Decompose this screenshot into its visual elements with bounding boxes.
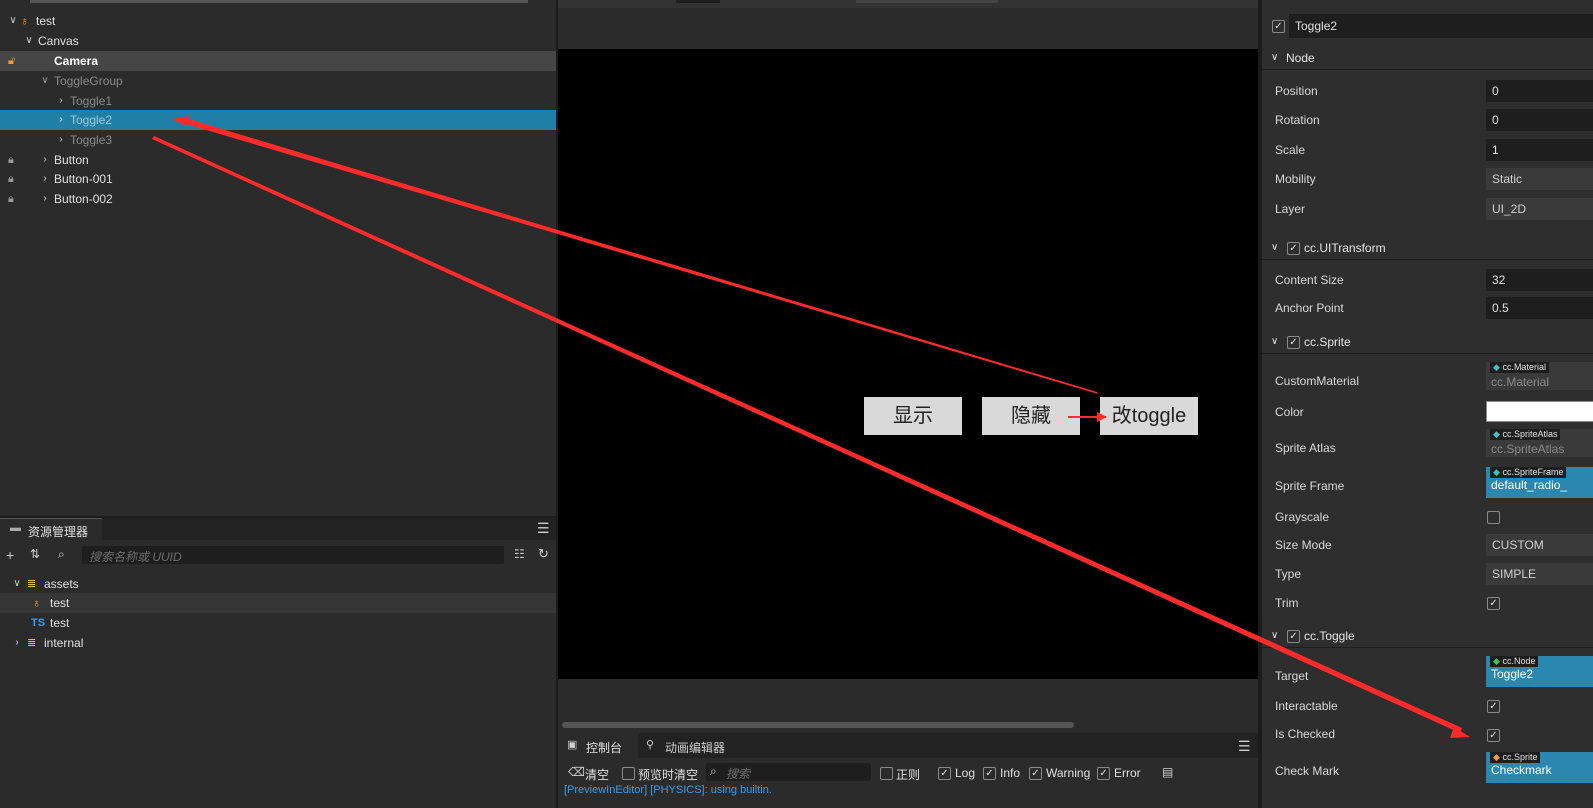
annotation-arrow-to-toggle-button: [176, 117, 1098, 394]
annotation-arrow-to-is-checked: [152, 136, 1462, 733]
annotation-arrows: [152, 116, 1470, 738]
annotation-arrowhead: [172, 116, 190, 126]
